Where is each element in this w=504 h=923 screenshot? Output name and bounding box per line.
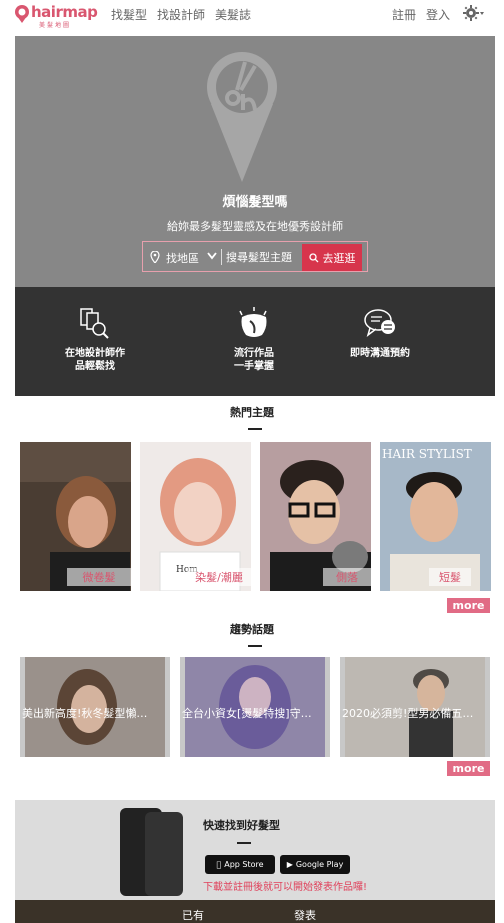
- feature-label-line2: 一手掌握: [234, 361, 274, 372]
- nav-login[interactable]: 登入: [426, 6, 450, 23]
- trends-title: 趨勢話題: [230, 623, 274, 636]
- trend-title: 全台小資女[燙髮特搜]守…: [182, 707, 312, 720]
- go-button-label: 去逛逛: [322, 251, 356, 265]
- trend-card[interactable]: 美出新高度!秋冬髮型懶…: [20, 657, 170, 757]
- hero-subtitle: 給妳最多髮型靈感及在地優秀設計師: [167, 220, 343, 233]
- topic-label: 短髮: [429, 568, 471, 586]
- trend-title: 2020必須剪!型男必備五…: [342, 707, 474, 720]
- nav-find-hairstyle[interactable]: 找髮型: [111, 6, 147, 23]
- area-select[interactable]: 找地區: [166, 250, 199, 266]
- google-play-label: Google Play: [295, 860, 344, 869]
- feature-label-line1: 流行作品: [234, 348, 274, 359]
- logo-subtext: 美髮地圖: [39, 22, 72, 29]
- designer-search-icon: [80, 308, 109, 339]
- bottom-text: 發表: [294, 909, 316, 922]
- play-icon: ▶: [286, 860, 293, 869]
- topic-label: 染髮/潮麗: [187, 568, 251, 586]
- chat-icon: [364, 309, 395, 337]
- hot-topics-title: 熱門主題: [230, 406, 274, 419]
- feature-trend-works: 流行作品 一手掌握: [194, 307, 314, 373]
- hairmap-logo[interactable]: hairmap 美髮地圖: [13, 3, 98, 29]
- trend-title: 美出新高度!秋冬髮型懶…: [22, 707, 148, 720]
- trend-works-icon: [239, 307, 267, 337]
- trends-more-button[interactable]: more: [447, 761, 490, 776]
- bottom-banner: [15, 900, 495, 923]
- feature-label-line1: 即時溝通預約: [350, 348, 410, 359]
- search-divider: [221, 249, 222, 265]
- app-banner-underline: [237, 842, 251, 844]
- hot-topics-underline: [248, 428, 262, 430]
- phone-mockup-image: [145, 812, 183, 896]
- topic-card-side[interactable]: 側落: [260, 442, 371, 591]
- trends-underline: [248, 645, 262, 647]
- app-banner-note: 下載並註冊後就可以開始發表作品囉!: [203, 882, 368, 893]
- trend-card[interactable]: 2020必須剪!型男必備五…: [340, 657, 490, 757]
- hero-banner: 煩惱髮型嗎 給妳最多髮型靈感及在地優秀設計師 找地區 去逛逛: [15, 36, 495, 287]
- app-store-label: App Store: [221, 860, 263, 869]
- hairmap-scissors-pin-icon: [207, 52, 277, 182]
- topic-search-input[interactable]: [226, 248, 300, 266]
- nav-hair-magazine[interactable]: 美髮誌: [215, 6, 251, 23]
- feature-label-line1: 在地設計師作: [65, 348, 125, 359]
- search-icon: [308, 252, 318, 262]
- svg-text:HAIR STYLIST: HAIR STYLIST: [382, 447, 472, 461]
- topic-label: 側落: [323, 568, 371, 586]
- logo-text: hairmap: [31, 3, 98, 21]
- features-strip: 在地設計師作 品輕鬆找 流行作品 一手掌握 即時溝通預約: [15, 287, 495, 396]
- app-store-button[interactable]:  App Store: [205, 855, 275, 874]
- settings-gear-icon[interactable]: [463, 4, 485, 22]
- hero-title: 煩惱髮型嗎: [222, 195, 288, 210]
- go-explore-button[interactable]: 去逛逛: [302, 244, 362, 271]
- feature-label-line2: 品輕鬆找: [75, 361, 115, 372]
- nav-find-designer[interactable]: 找設計師: [157, 6, 205, 23]
- top-nav: hairmap 美髮地圖 找髮型 找設計師 美髮誌 註冊 登入: [0, 0, 504, 30]
- location-pin-icon: [150, 251, 160, 263]
- map-pin-logo-icon: [15, 5, 29, 23]
- bottom-text: 已有: [182, 909, 204, 922]
- topic-card-curly[interactable]: 微卷髮: [20, 442, 131, 591]
- feature-find-designer: 在地設計師作 品輕鬆找: [35, 307, 155, 373]
- topic-card-dye[interactable]: Hom 染髮/潮麗: [140, 442, 251, 591]
- feature-chat: 即時溝通預約: [320, 307, 440, 360]
- trend-card[interactable]: 全台小資女[燙髮特搜]守…: [180, 657, 330, 757]
- topic-card-short[interactable]: HAIR STYLIST 短髮: [380, 442, 491, 591]
- nav-register[interactable]: 註冊: [392, 6, 416, 23]
- topic-label: 微卷髮: [67, 568, 131, 586]
- apple-icon: : [216, 860, 221, 869]
- chevron-down-icon[interactable]: [207, 252, 217, 260]
- google-play-button[interactable]: ▶ Google Play: [280, 855, 350, 874]
- hot-topics-more-button[interactable]: more: [447, 598, 490, 613]
- app-download-banner: 快速找到好髮型  App Store ▶ Google Play 下載並註冊後…: [15, 800, 495, 900]
- app-banner-title: 快速找到好髮型: [203, 819, 280, 832]
- search-bar: 找地區 去逛逛: [142, 241, 368, 272]
